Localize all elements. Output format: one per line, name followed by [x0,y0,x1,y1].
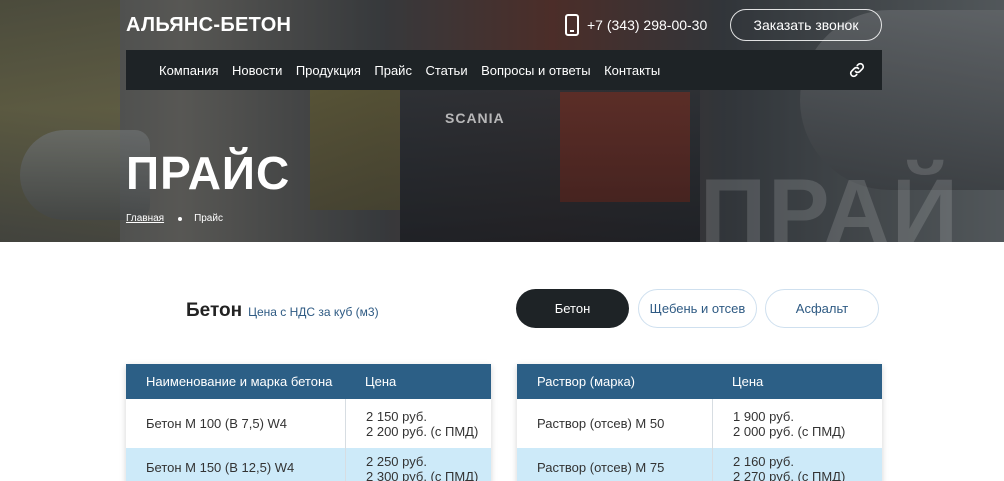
nav-item-faq[interactable]: Вопросы и ответы [481,63,590,78]
price-pmd: 2 000 руб. (с ПМД) [733,423,846,439]
price-subtitle: Цена с НДС за куб (м3) [248,305,379,319]
header-phone[interactable]: +7 (343) 298-00-30 [565,14,707,36]
cell-name: Раствор (отсев) М 50 [537,416,665,431]
table-row: Раствор (отсев) М 50 1 900 руб. 2 000 ру… [517,399,882,448]
cell-name: Бетон М 100 (В 7,5) W4 [146,416,288,431]
cell-name: Бетон М 150 (В 12,5) W4 [146,460,295,475]
nav-item-price[interactable]: Прайс [374,63,412,78]
phone-number: +7 (343) 298-00-30 [587,17,708,33]
price-section-heading: Бетон Цена с НДС за куб (м3) [186,300,379,322]
price-base: 2 250 руб. [366,454,427,469]
nav-item-company[interactable]: Компания [159,63,219,78]
cell-price: 1 900 руб. 2 000 руб. (с ПМД) [712,399,845,448]
main-nav: Компания Новости Продукция Прайс Статьи … [126,50,882,90]
callback-button[interactable]: Заказать звонок [730,9,882,41]
cell-name: Раствор (отсев) М 75 [537,460,665,475]
column-header-price: Цена [365,374,397,389]
title-watermark: ПРАЙ [700,161,960,242]
table-header: Раствор (марка) Цена [517,364,882,399]
nav-item-products[interactable]: Продукция [296,63,361,78]
link-icon[interactable] [848,61,866,79]
hero-banner: SCANIA ПРАЙ АЛЬЯНС-БЕТОН +7 (343) 298-00… [0,0,1004,242]
tab-concrete[interactable]: Бетон [516,289,629,328]
nav-item-articles[interactable]: Статьи [425,63,467,78]
breadcrumb-separator [178,216,183,221]
truck-brand-text: SCANIA [445,110,505,126]
price-pmd: 2 200 руб. (с ПМД) [366,423,479,439]
breadcrumb: Главная Прайс [126,213,223,224]
column-header-price: Цена [732,374,764,389]
column-header-name: Раствор (марка) [537,374,636,389]
breadcrumb-home[interactable]: Главная [126,213,164,224]
cell-price: 2 250 руб. 2 300 руб. (с ПМД) [345,448,478,481]
price-pmd: 2 300 руб. (с ПМД) [366,469,479,481]
table-row: Раствор (отсев) М 75 2 160 руб. 2 270 ру… [517,448,882,481]
nav-item-news[interactable]: Новости [232,63,282,78]
page-title: ПРАЙС [126,147,291,199]
site-logo[interactable]: АЛЬЯНС-БЕТОН [126,14,291,37]
price-title: Бетон [186,300,243,321]
table-row: Бетон М 150 (В 12,5) W4 2 250 руб. 2 300… [126,448,491,481]
price-base: 2 160 руб. [733,454,794,469]
concrete-price-table: Наименование и марка бетона Цена Бетон М… [126,364,491,481]
breadcrumb-current: Прайс [194,213,223,224]
price-pmd: 2 270 руб. (с ПМД) [733,469,846,481]
price-base: 2 150 руб. [366,408,427,424]
cell-price: 2 160 руб. 2 270 руб. (с ПМД) [712,448,845,481]
nav-item-contacts[interactable]: Контакты [604,63,660,78]
mortar-price-table: Раствор (марка) Цена Раствор (отсев) М 5… [517,364,882,481]
cell-price: 2 150 руб. 2 200 руб. (с ПМД) [345,399,478,448]
column-header-name: Наименование и марка бетона [146,374,333,389]
phone-icon [565,14,579,36]
table-header: Наименование и марка бетона Цена [126,364,491,399]
tab-asphalt[interactable]: Асфальт [765,289,879,328]
tab-gravel[interactable]: Щебень и отсев [638,289,757,328]
price-base: 1 900 руб. [733,408,794,424]
table-row: Бетон М 100 (В 7,5) W4 2 150 руб. 2 200 … [126,399,491,448]
